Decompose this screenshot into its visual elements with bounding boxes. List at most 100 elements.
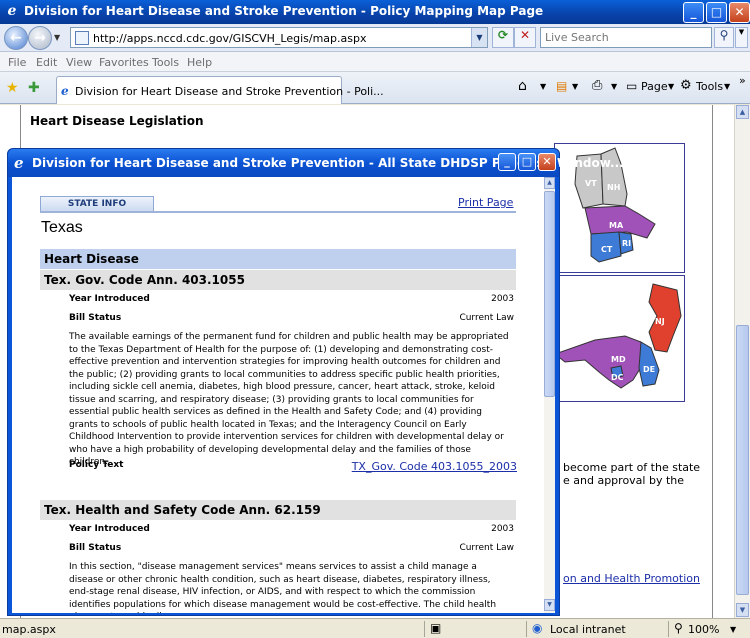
page-menu-icon[interactable]: ▭ — [626, 79, 637, 93]
browser-title-bar: e Division for Heart Disease and Stroke … — [0, 0, 750, 24]
back-button[interactable]: ← — [4, 26, 28, 50]
popup-maximize-button[interactable]: □ — [518, 153, 536, 171]
law-description: In this section, "disease management ser… — [69, 562, 497, 613]
status-label: Bill Status — [69, 313, 122, 323]
scroll-down-icon[interactable]: ▼ — [736, 603, 749, 617]
law-description: The available earnings of the permanent … — [69, 332, 509, 467]
address-bar[interactable]: http://apps.nccd.cdc.gov/GISCVH_Legis/ma… — [70, 27, 488, 48]
menu-help[interactable]: Help — [187, 56, 212, 69]
tab-state-info[interactable]: STATE INFO — [40, 196, 154, 212]
map-label-ct: CT — [601, 245, 613, 254]
window-title: Division for Heart Disease and Stroke Pr… — [24, 4, 544, 18]
popup-scroll-up-icon[interactable]: ▲ — [544, 177, 555, 189]
status-zoom[interactable]: 100% — [688, 623, 719, 636]
menu-view[interactable]: View — [66, 56, 92, 69]
gear-icon[interactable]: ⚙ — [680, 78, 692, 93]
feeds-icon[interactable]: ▤ — [556, 79, 567, 93]
menu-edit[interactable]: Edit — [36, 56, 57, 69]
tab-ie-icon: e — [61, 84, 69, 98]
popup-scrollbar[interactable]: ▲ ▼ — [544, 177, 555, 613]
status-bar: map.aspx ▣ ◉ Local intranet ⚲ 100% ▼ — [0, 618, 750, 638]
scroll-thumb[interactable] — [736, 325, 749, 595]
zoom-icon[interactable]: ⚲ — [674, 621, 683, 635]
map-label-ma: MA — [609, 221, 624, 230]
search-options-icon[interactable]: ▼ — [735, 27, 748, 48]
popup-window: e Division for Heart Disease and Stroke … — [7, 148, 624, 616]
intranet-icon: ◉ — [532, 621, 543, 635]
state-md[interactable] — [553, 335, 644, 389]
page-link[interactable]: on and Health Promotion — [563, 572, 700, 585]
tab-label: Division for Heart Disease and Stroke Pr… — [75, 85, 384, 98]
page-title: Heart Disease Legislation — [30, 114, 204, 128]
state-nj[interactable] — [648, 283, 682, 353]
year-label: Year Introduced — [69, 524, 150, 534]
forward-button[interactable]: → — [28, 26, 52, 50]
state-name: Texas — [41, 219, 83, 236]
favorites-star-icon[interactable]: ★ — [6, 80, 19, 96]
menu-file[interactable]: File — [8, 56, 26, 69]
tab-current[interactable]: e Division for Heart Disease and Stroke … — [56, 76, 384, 104]
law-title: Tex. Health and Safety Code Ann. 62.159 — [40, 500, 516, 520]
page-icon — [75, 31, 89, 45]
menu-tools[interactable]: Tools — [152, 56, 179, 69]
feeds-dropdown-icon[interactable]: ▼ — [572, 82, 578, 91]
history-dropdown-icon[interactable]: ▼ — [54, 33, 60, 42]
home-icon[interactable]: ⌂ — [518, 78, 527, 94]
status-page-icon: ▣ — [430, 621, 442, 635]
address-dropdown-icon[interactable]: ▼ — [471, 28, 487, 47]
print-page-link[interactable]: Print Page — [458, 196, 513, 209]
status-zone: Local intranet — [550, 623, 626, 636]
search-icon[interactable]: ⚲ — [714, 27, 734, 48]
menu-favorites[interactable]: Favorites — [99, 56, 149, 69]
popup-scroll-thumb[interactable] — [544, 191, 555, 397]
year-value: 2003 — [491, 294, 514, 304]
map-label-nj: NJ — [655, 317, 665, 326]
map-label-ri: RI — [622, 239, 631, 248]
search-box[interactable] — [540, 27, 712, 48]
zoom-dropdown-icon[interactable]: ▼ — [730, 625, 736, 634]
map-mid-atlantic[interactable]: NJ MD DE DC — [553, 275, 686, 403]
policy-text-link[interactable]: TX_Gov. Code 403.1055_2003 — [352, 460, 517, 473]
map-label-vt: VT — [585, 179, 597, 188]
map-label-md: MD — [611, 355, 626, 364]
popup-scroll-down-icon[interactable]: ▼ — [544, 599, 555, 611]
tab-bar: ★ ✚ e Division for Heart Disease and Str… — [0, 72, 750, 104]
search-input[interactable] — [541, 28, 711, 47]
law-title: Tex. Gov. Code Ann. 403.1055 — [40, 270, 516, 290]
close-button[interactable]: ✕ — [729, 2, 750, 23]
refresh-button[interactable]: ⟳ — [492, 27, 514, 48]
add-favorites-icon[interactable]: ✚ — [28, 80, 40, 96]
popup-title-bar: e Division for Heart Disease and Stroke … — [8, 149, 624, 177]
status-url: map.aspx — [2, 623, 56, 636]
print-icon[interactable]: ⎙ — [592, 78, 602, 93]
print-dropdown-icon[interactable]: ▼ — [611, 82, 617, 91]
address-url[interactable]: http://apps.nccd.cdc.gov/GISCVH_Legis/ma… — [93, 32, 367, 45]
page-text-line-1: become part of the state — [563, 461, 701, 474]
map-label-de: DE — [643, 365, 655, 374]
popup-close-button[interactable]: ✕ — [538, 153, 556, 171]
tools-menu-label[interactable]: Tools — [696, 80, 723, 93]
page-text-line-2: e and approval by the — [563, 474, 685, 487]
minimize-button[interactable]: _ — [683, 2, 704, 23]
popup-content: STATE INFO Print Page Texas Heart Diseas… — [12, 177, 555, 613]
policy-text-label: Policy Text — [69, 460, 124, 470]
maximize-button[interactable]: □ — [706, 2, 727, 23]
home-dropdown-icon[interactable]: ▼ — [540, 82, 546, 91]
chevron-more-icon[interactable]: » — [739, 74, 746, 87]
popup-minimize-button[interactable]: _ — [498, 153, 516, 171]
mid-atlantic-map[interactable]: NJ MD DE DC — [553, 276, 686, 403]
section-heading: Heart Disease — [40, 249, 516, 269]
address-toolbar: ← → ▼ http://apps.nccd.cdc.gov/GISCVH_Le… — [0, 24, 750, 52]
tools-dropdown-icon[interactable]: ▼ — [724, 82, 730, 91]
page-scrollbar[interactable]: ▲ ▼ — [734, 105, 750, 618]
status-label: Bill Status — [69, 543, 122, 553]
scroll-up-icon[interactable]: ▲ — [736, 105, 749, 119]
year-value: 2003 — [491, 524, 514, 534]
year-label: Year Introduced — [69, 294, 150, 304]
stop-button[interactable]: ✕ — [514, 27, 536, 48]
page-dropdown-icon[interactable]: ▼ — [668, 82, 674, 91]
map-label-dc: DC — [611, 373, 624, 382]
status-value: Current Law — [459, 313, 514, 323]
page-menu-label[interactable]: Page — [641, 80, 668, 93]
popup-ie-icon: e — [14, 154, 24, 172]
